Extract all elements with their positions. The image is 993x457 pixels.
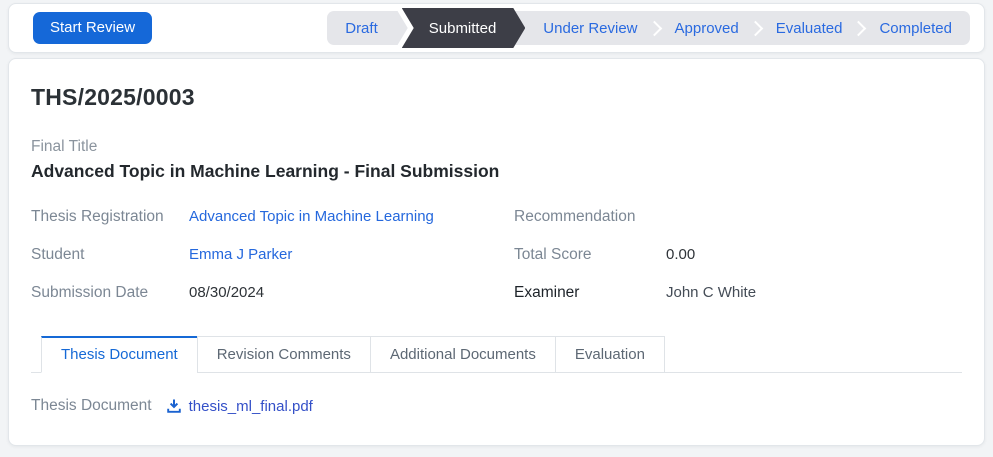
action-bar: Start Review Draft Submitted Under Revie… [8,3,985,53]
thesis-registration-link[interactable]: Advanced Topic in Machine Learning [189,208,434,225]
thesis-file-link[interactable]: thesis_ml_final.pdf [166,398,313,415]
field-examiner: Examiner John C White [514,284,962,308]
thesis-document-panel: Thesis Document thesis_ml_final.pdf [31,397,962,415]
field-label: Recommendation [514,208,666,226]
tab-evaluation[interactable]: Evaluation [555,336,665,373]
tab-revision-comments[interactable]: Revision Comments [197,336,371,373]
step-completed[interactable]: Completed [861,11,970,45]
field-column-right: Recommendation Total Score 0.00 Examiner… [514,208,962,322]
field-label: Examiner [514,284,666,302]
student-link[interactable]: Emma J Parker [189,246,292,263]
final-title-label: Final Title [31,138,962,156]
field-label: Thesis Registration [31,208,189,226]
start-review-button[interactable]: Start Review [33,12,152,45]
thesis-file-name: thesis_ml_final.pdf [189,398,313,415]
field-label: Submission Date [31,284,189,302]
submission-date-value: 08/30/2024 [189,284,264,301]
field-thesis-registration: Thesis Registration Advanced Topic in Ma… [31,208,514,232]
field-column-left: Thesis Registration Advanced Topic in Ma… [31,208,514,322]
final-title: Advanced Topic in Machine Learning - Fin… [31,161,962,182]
thesis-document-label: Thesis Document [31,397,152,415]
field-student: Student Emma J Parker [31,246,514,270]
tab-additional-documents[interactable]: Additional Documents [370,336,556,373]
field-label: Student [31,246,189,264]
detail-tabs: Thesis Document Revision Comments Additi… [31,336,962,373]
field-submission-date: Submission Date 08/30/2024 [31,284,514,308]
document-id: THS/2025/0003 [31,84,962,111]
thesis-detail-card: THS/2025/0003 Final Title Advanced Topic… [8,58,985,446]
tab-thesis-document[interactable]: Thesis Document [41,336,198,373]
step-submitted[interactable]: Submitted [402,8,526,48]
download-icon [166,398,182,414]
field-label: Total Score [514,246,666,264]
total-score-value: 0.00 [666,246,695,263]
field-recommendation: Recommendation [514,208,962,232]
field-grid: Thesis Registration Advanced Topic in Ma… [31,208,962,322]
step-draft[interactable]: Draft [327,11,396,45]
step-under-review[interactable]: Under Review [525,11,655,45]
step-evaluated[interactable]: Evaluated [758,11,861,45]
step-approved[interactable]: Approved [657,11,757,45]
examiner-value: John C White [666,284,756,301]
workflow-stepper: Draft Submitted Under Review Approved Ev… [327,11,970,45]
field-total-score: Total Score 0.00 [514,246,962,270]
